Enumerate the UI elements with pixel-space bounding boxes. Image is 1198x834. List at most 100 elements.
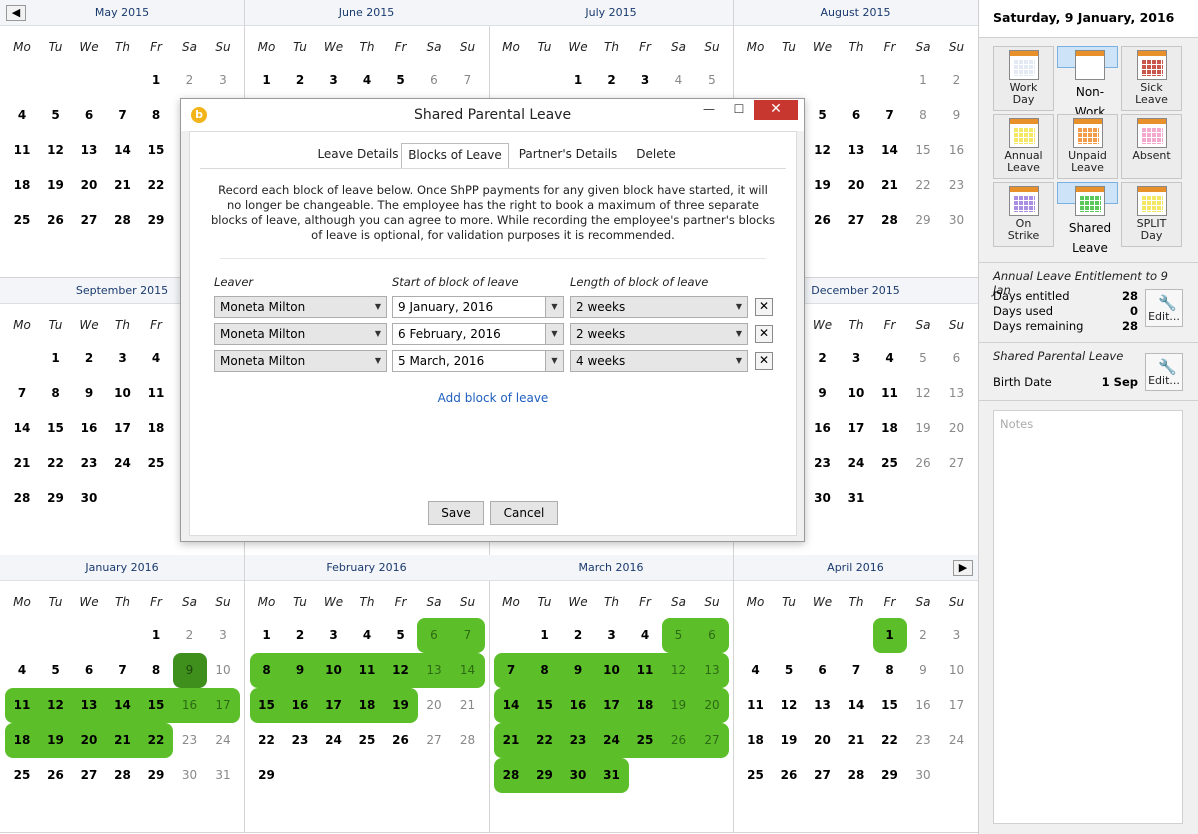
chevron-down-icon[interactable]: ▼ — [545, 324, 563, 344]
length-select[interactable]: 2 weeks ▼ — [570, 296, 748, 318]
calendar-day[interactable]: 20 — [839, 168, 873, 203]
calendar-day[interactable]: 29 — [39, 481, 73, 516]
prev-month-button[interactable]: ◀ — [6, 5, 26, 21]
calendar-day[interactable]: 6 — [806, 653, 840, 688]
tile-unpaid-leave[interactable]: Unpaid Leave — [1057, 114, 1118, 179]
calendar-day[interactable]: 2 — [906, 618, 940, 653]
calendar-day[interactable]: 7 — [106, 653, 140, 688]
calendar-day[interactable]: 22 — [873, 723, 907, 758]
calendar-day[interactable]: 25 — [139, 446, 173, 481]
tile-split-day[interactable]: SPLIT Day — [1121, 182, 1182, 247]
calendar-day[interactable]: 29 — [250, 758, 284, 793]
calendar-day[interactable]: 16 — [283, 688, 317, 723]
calendar-day[interactable]: 21 — [839, 723, 873, 758]
calendar-day[interactable]: 4 — [873, 341, 907, 376]
calendar-day[interactable]: 20 — [72, 168, 106, 203]
calendar-day[interactable]: 25 — [873, 446, 907, 481]
calendar-day[interactable]: 21 — [494, 723, 528, 758]
calendar-day[interactable]: 30 — [561, 758, 595, 793]
calendar-day[interactable]: 6 — [940, 341, 974, 376]
calendar-day[interactable]: 7 — [450, 618, 485, 653]
calendar-day[interactable]: 23 — [806, 446, 840, 481]
calendar-day[interactable]: 26 — [906, 446, 940, 481]
calendar-day[interactable]: 5 — [906, 341, 940, 376]
calendar-day[interactable]: 8 — [873, 653, 907, 688]
calendar-day[interactable]: 9 — [906, 653, 940, 688]
calendar-day[interactable]: 7 — [494, 653, 528, 688]
calendar-day[interactable]: 3 — [106, 341, 140, 376]
calendar-day[interactable]: 15 — [527, 688, 562, 723]
tile-sick-leave[interactable]: Sick Leave — [1121, 46, 1182, 111]
calendar-day[interactable]: 24 — [594, 723, 629, 758]
calendar-day[interactable]: 23 — [561, 723, 595, 758]
calendar-day[interactable]: 22 — [139, 168, 173, 203]
tile-work-day[interactable]: Work Day — [993, 46, 1054, 111]
calendar-day[interactable]: 13 — [72, 688, 106, 723]
calendar-day[interactable]: 22 — [250, 723, 284, 758]
calendar-day[interactable]: 20 — [417, 688, 451, 723]
calendar-day[interactable]: 11 — [873, 376, 907, 411]
calendar-day[interactable]: 12 — [39, 133, 73, 168]
calendar-day[interactable]: 6 — [72, 653, 106, 688]
calendar-day[interactable]: 4 — [5, 653, 39, 688]
calendar-day[interactable]: 25 — [628, 723, 662, 758]
calendar-day[interactable]: 31 — [594, 758, 629, 793]
calendar-day[interactable]: 11 — [350, 653, 384, 688]
calendar-day[interactable]: 14 — [105, 688, 140, 723]
calendar-day[interactable]: 3 — [628, 63, 662, 98]
remove-block-button[interactable]: ✕ — [755, 298, 773, 316]
calendar-day[interactable]: 14 — [494, 688, 528, 723]
calendar-day[interactable]: 31 — [839, 481, 873, 516]
start-date-picker[interactable]: 9 January, 2016 ▼ — [392, 296, 564, 318]
calendar-day[interactable]: 16 — [940, 133, 974, 168]
calendar-day[interactable]: 10 — [940, 653, 974, 688]
calendar-day[interactable]: 7 — [839, 653, 873, 688]
calendar-day[interactable]: 26 — [384, 723, 418, 758]
calendar-day[interactable]: 22 — [527, 723, 562, 758]
calendar-day[interactable]: 19 — [906, 411, 940, 446]
start-date-picker[interactable]: 6 February, 2016 ▼ — [392, 323, 564, 345]
calendar-day[interactable]: 19 — [772, 723, 806, 758]
calendar-day[interactable]: 15 — [139, 133, 173, 168]
chevron-down-icon[interactable]: ▼ — [545, 297, 563, 317]
calendar-day[interactable]: 1 — [528, 618, 562, 653]
edit-entitlement-button[interactable]: 🔧 Edit... — [1145, 289, 1183, 327]
length-select[interactable]: 2 weeks ▼ — [570, 323, 748, 345]
calendar-day[interactable]: 29 — [139, 203, 173, 238]
calendar-day[interactable]: 15 — [39, 411, 73, 446]
calendar-day[interactable]: 6 — [695, 618, 729, 653]
calendar-day[interactable]: 29 — [139, 758, 173, 793]
leaver-select[interactable]: Moneta Milton ▼ — [214, 296, 387, 318]
tab-leave-details[interactable]: Leave Details — [312, 143, 404, 167]
calendar-day[interactable]: 20 — [695, 688, 729, 723]
calendar-day[interactable]: 30 — [72, 481, 106, 516]
calendar-day[interactable]: 29 — [906, 203, 940, 238]
calendar-day[interactable]: 4 — [628, 618, 662, 653]
add-block-link[interactable]: Add block of leave — [190, 391, 796, 405]
calendar-day[interactable]: 5 — [661, 618, 696, 653]
calendar-day[interactable]: 3 — [317, 63, 351, 98]
calendar-day[interactable]: 21 — [5, 446, 39, 481]
calendar-day[interactable]: 17 — [839, 411, 873, 446]
calendar-day[interactable]: 14 — [450, 653, 485, 688]
calendar-day[interactable]: 7 — [873, 98, 907, 133]
calendar-day[interactable]: 14 — [5, 411, 39, 446]
calendar-day[interactable]: 5 — [806, 98, 840, 133]
calendar-day[interactable]: 2 — [940, 63, 974, 98]
calendar-day[interactable]: 15 — [873, 688, 907, 723]
calendar-day[interactable]: 12 — [772, 688, 806, 723]
calendar-day[interactable]: 25 — [350, 723, 384, 758]
calendar-day[interactable]: 12 — [38, 688, 73, 723]
calendar-day[interactable]: 3 — [206, 618, 240, 653]
calendar-day[interactable]: 2 — [806, 341, 840, 376]
calendar-day[interactable]: 26 — [661, 723, 696, 758]
calendar-day[interactable]: 6 — [417, 63, 451, 98]
tile-non-work-day[interactable]: Non-WorkDay — [1057, 46, 1118, 139]
calendar-day[interactable]: 27 — [940, 446, 974, 481]
calendar-day[interactable]: 2 — [173, 618, 207, 653]
calendar-day[interactable]: 12 — [806, 133, 840, 168]
calendar-day[interactable]: 5 — [384, 618, 418, 653]
calendar-day[interactable]: 5 — [384, 63, 418, 98]
calendar-day[interactable]: 16 — [172, 688, 207, 723]
calendar-day[interactable]: 25 — [5, 758, 39, 793]
